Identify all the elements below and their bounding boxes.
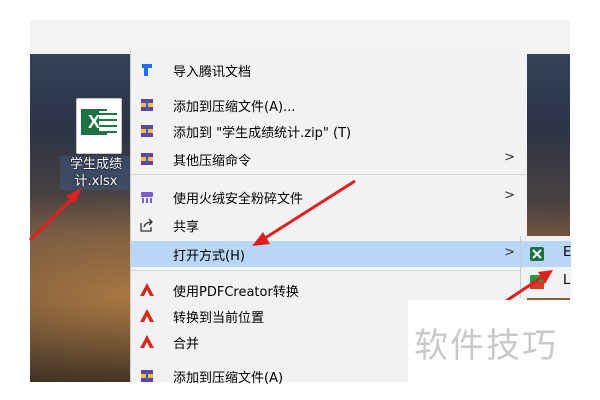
red-arrow-icon (252, 179, 356, 246)
watermark: 软件技巧 (408, 300, 578, 382)
watermark-text: 软件技巧 (414, 326, 558, 366)
red-arrow-icon (28, 188, 82, 242)
